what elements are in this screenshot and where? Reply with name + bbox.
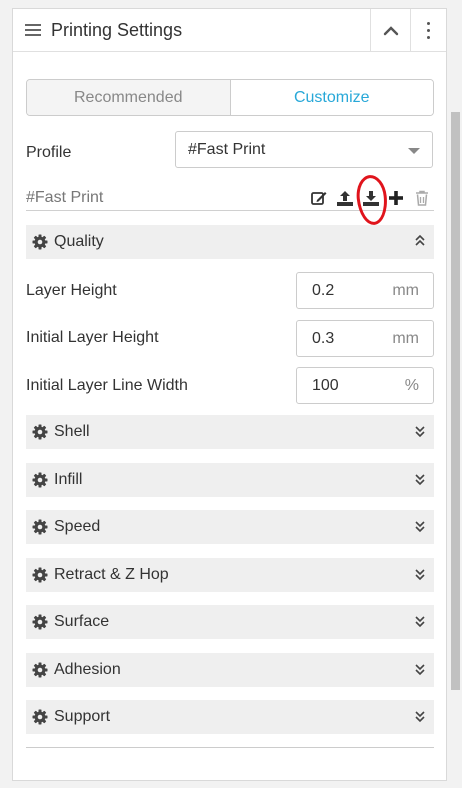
tab-customize[interactable]: Customize (230, 80, 433, 115)
section-quality[interactable]: Quality (26, 225, 434, 259)
section-retract-z-hop-title: Retract & Z Hop (54, 566, 169, 583)
layer-height-unit: mm (392, 282, 419, 299)
upload-icon[interactable] (336, 189, 354, 207)
initial-layer-line-width-unit: % (404, 377, 419, 394)
gear-icon (32, 519, 48, 535)
gear-icon (32, 472, 48, 488)
initial-layer-line-width-value: 100 (312, 377, 339, 394)
caret-down-icon (408, 148, 420, 154)
chevron-double-down-icon (415, 521, 425, 533)
highlight-annotation (354, 173, 390, 227)
chevron-double-down-icon (415, 569, 425, 581)
chevron-double-down-icon (415, 474, 425, 486)
layer-height-input[interactable]: 0.2 mm (296, 272, 434, 309)
initial-layer-height-input[interactable]: 0.3 mm (296, 320, 434, 357)
divider (26, 747, 434, 748)
section-speed[interactable]: Speed (26, 510, 434, 544)
chevron-up-icon (383, 25, 398, 35)
mode-toggle: Recommended Customize (26, 79, 434, 116)
gear-icon (32, 662, 48, 678)
layer-height-value: 0.2 (312, 282, 335, 299)
gear-icon (32, 567, 48, 583)
section-surface-title: Surface (54, 613, 110, 630)
panel-header: Printing Settings (13, 9, 446, 52)
profile-label: Profile (26, 144, 72, 161)
section-infill-title: Infill (54, 471, 83, 488)
section-adhesion-title: Adhesion (54, 661, 121, 678)
collapse-panel-button[interactable] (370, 9, 410, 52)
printing-settings-panel: Printing Settings Recommended Customize … (12, 8, 447, 781)
chevron-double-down-icon (415, 711, 425, 723)
gear-icon (32, 234, 48, 250)
section-shell[interactable]: Shell (26, 415, 434, 449)
section-adhesion[interactable]: Adhesion (26, 653, 434, 687)
section-support-title: Support (54, 708, 111, 725)
edit-icon[interactable] (310, 189, 328, 207)
current-profile-name: #Fast Print (26, 189, 104, 206)
initial-layer-height-label: Initial Layer Height (26, 329, 159, 346)
scrollbar-thumb[interactable] (451, 112, 460, 690)
gear-icon (32, 424, 48, 440)
initial-layer-height-value: 0.3 (312, 330, 335, 347)
initial-layer-height-unit: mm (392, 330, 419, 347)
profile-select-value: #Fast Print (188, 141, 266, 158)
section-quality-title: Quality (54, 233, 104, 250)
section-surface[interactable]: Surface (26, 605, 434, 639)
section-support[interactable]: Support (26, 700, 434, 734)
plus-icon[interactable] (387, 189, 405, 207)
section-speed-title: Speed (54, 518, 101, 535)
section-infill[interactable]: Infill (26, 463, 434, 497)
chevron-double-up-icon (415, 234, 425, 246)
initial-layer-line-width-input[interactable]: 100 % (296, 367, 434, 404)
gear-icon (32, 709, 48, 725)
gear-icon (32, 614, 48, 630)
profile-select[interactable]: #Fast Print (175, 131, 433, 168)
layer-height-label: Layer Height (26, 282, 117, 299)
initial-layer-line-width-label: Initial Layer Line Width (26, 377, 188, 394)
section-shell-title: Shell (54, 423, 90, 440)
chevron-double-down-icon (415, 426, 425, 438)
more-options-button[interactable] (410, 9, 446, 52)
chevron-double-down-icon (415, 664, 425, 676)
section-retract-z-hop[interactable]: Retract & Z Hop (26, 558, 434, 592)
tab-recommended[interactable]: Recommended (27, 80, 231, 115)
trash-icon[interactable] (413, 189, 431, 207)
panel-title: Printing Settings (51, 20, 183, 40)
menu-icon[interactable] (25, 24, 41, 36)
chevron-double-down-icon (415, 616, 425, 628)
more-vertical-icon (427, 20, 430, 41)
